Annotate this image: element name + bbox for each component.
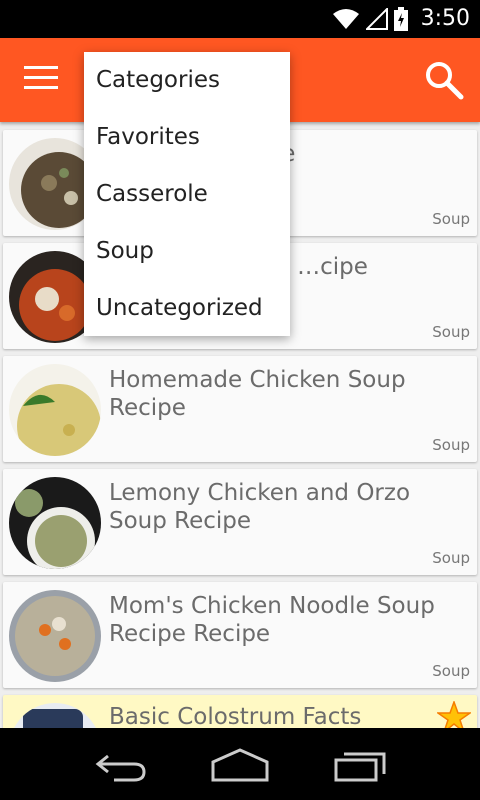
recipe-thumbnail xyxy=(9,703,101,728)
recipe-title: Homemade Chicken Soup Recipe xyxy=(109,367,406,421)
search-button[interactable] xyxy=(424,60,464,100)
recipe-title: Basic Colostrum Facts xyxy=(109,704,362,728)
status-icons xyxy=(332,7,408,31)
category-dropdown-menu: Categories Favorites Casserole Soup Unca… xyxy=(84,52,290,336)
wifi-icon xyxy=(333,9,359,29)
back-icon xyxy=(95,754,146,782)
recipe-category: Soup xyxy=(432,549,470,567)
recipe-card[interactable]: Mom's Chicken Noodle Soup Recipe Recipe … xyxy=(3,582,477,688)
search-icon xyxy=(426,62,464,100)
recipe-category: Soup xyxy=(432,436,470,454)
signal-icon xyxy=(366,8,388,30)
favorite-star-button[interactable] xyxy=(435,699,473,728)
recipe-category: Soup xyxy=(432,662,470,680)
menu-item-casserole[interactable]: Casserole xyxy=(84,166,290,223)
recipe-category: Soup xyxy=(432,210,470,228)
recents-icon xyxy=(334,752,386,782)
menu-item-favorites[interactable]: Favorites xyxy=(84,109,290,166)
home-icon xyxy=(211,748,269,782)
recipe-category: Soup xyxy=(432,323,470,341)
back-button[interactable] xyxy=(94,748,148,786)
status-bar: 3:50 xyxy=(0,0,480,38)
recipe-card[interactable]: Basic Colostrum Facts xyxy=(3,695,477,728)
recipe-thumbnail xyxy=(9,364,101,456)
recipe-title: Lemony Chicken and Orzo Soup Recipe xyxy=(109,480,411,534)
recipe-card[interactable]: Lemony Chicken and Orzo Soup Recipe Soup xyxy=(3,469,477,575)
recipe-thumbnail xyxy=(9,590,101,682)
menu-item-soup[interactable]: Soup xyxy=(84,223,290,280)
recipe-thumbnail xyxy=(9,477,101,569)
recipe-title: Mom's Chicken Noodle Soup Recipe Recipe xyxy=(109,593,435,647)
recents-button[interactable] xyxy=(334,748,388,786)
home-button[interactable] xyxy=(211,748,269,786)
star-icon xyxy=(435,699,473,728)
status-time: 3:50 xyxy=(420,6,470,31)
menu-icon xyxy=(24,66,58,89)
menu-item-uncategorized[interactable]: Uncategorized xyxy=(84,280,290,337)
navigation-bar xyxy=(0,728,480,800)
recipe-card[interactable]: Homemade Chicken Soup Recipe Soup xyxy=(3,356,477,462)
battery-icon xyxy=(394,7,408,31)
menu-button[interactable] xyxy=(24,66,58,92)
menu-item-categories[interactable]: Categories xyxy=(84,52,290,109)
